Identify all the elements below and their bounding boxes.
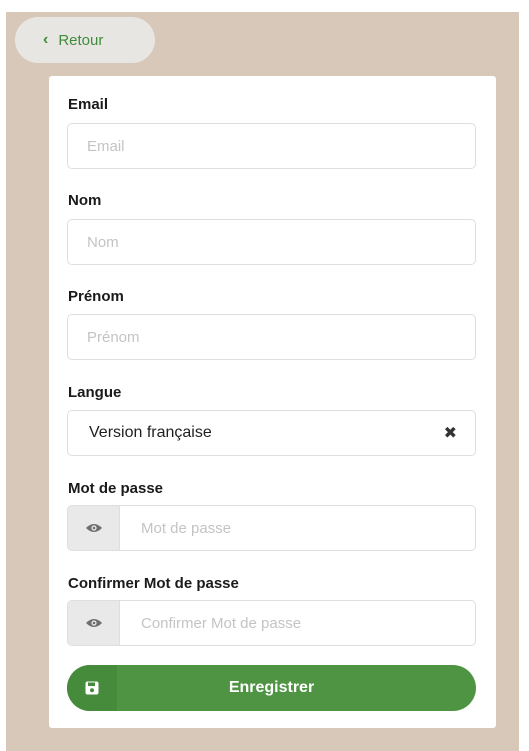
confirm-password-field-box: [67, 600, 476, 646]
langue-label: Langue: [68, 384, 122, 401]
password-field[interactable]: [68, 506, 475, 550]
prenom-field[interactable]: [68, 315, 475, 359]
nom-label: Nom: [68, 192, 102, 209]
nom-field[interactable]: [68, 220, 475, 264]
save-button[interactable]: Enregistrer: [67, 665, 476, 711]
langue-select[interactable]: Version française ✖: [67, 410, 476, 456]
prenom-label: Prénom: [68, 288, 124, 305]
nom-field-box: [67, 219, 476, 265]
email-field-box: [67, 123, 476, 169]
confirm-password-field[interactable]: [68, 601, 475, 645]
save-button-label: Enregistrer: [228, 679, 315, 696]
back-button[interactable]: ‹ Retour: [15, 17, 155, 63]
page: ‹ Retour Email Nom Prénom Langue Version…: [0, 0, 529, 751]
eye-icon[interactable]: [68, 601, 120, 645]
confirm-password-label: Confirmer Mot de passe: [68, 575, 239, 592]
profile-form-card: Email Nom Prénom Langue Version français…: [49, 76, 496, 728]
eye-icon[interactable]: [68, 506, 120, 550]
close-icon[interactable]: ✖: [444, 423, 457, 443]
chevron-left-icon: ‹: [43, 31, 49, 48]
back-button-label: Retour: [58, 31, 104, 49]
prenom-field-box: [67, 314, 476, 360]
email-field[interactable]: [68, 124, 475, 168]
langue-selected-value: Version française: [89, 424, 212, 441]
password-label: Mot de passe: [68, 480, 164, 497]
email-label: Email: [68, 96, 109, 113]
password-field-box: [67, 505, 476, 551]
